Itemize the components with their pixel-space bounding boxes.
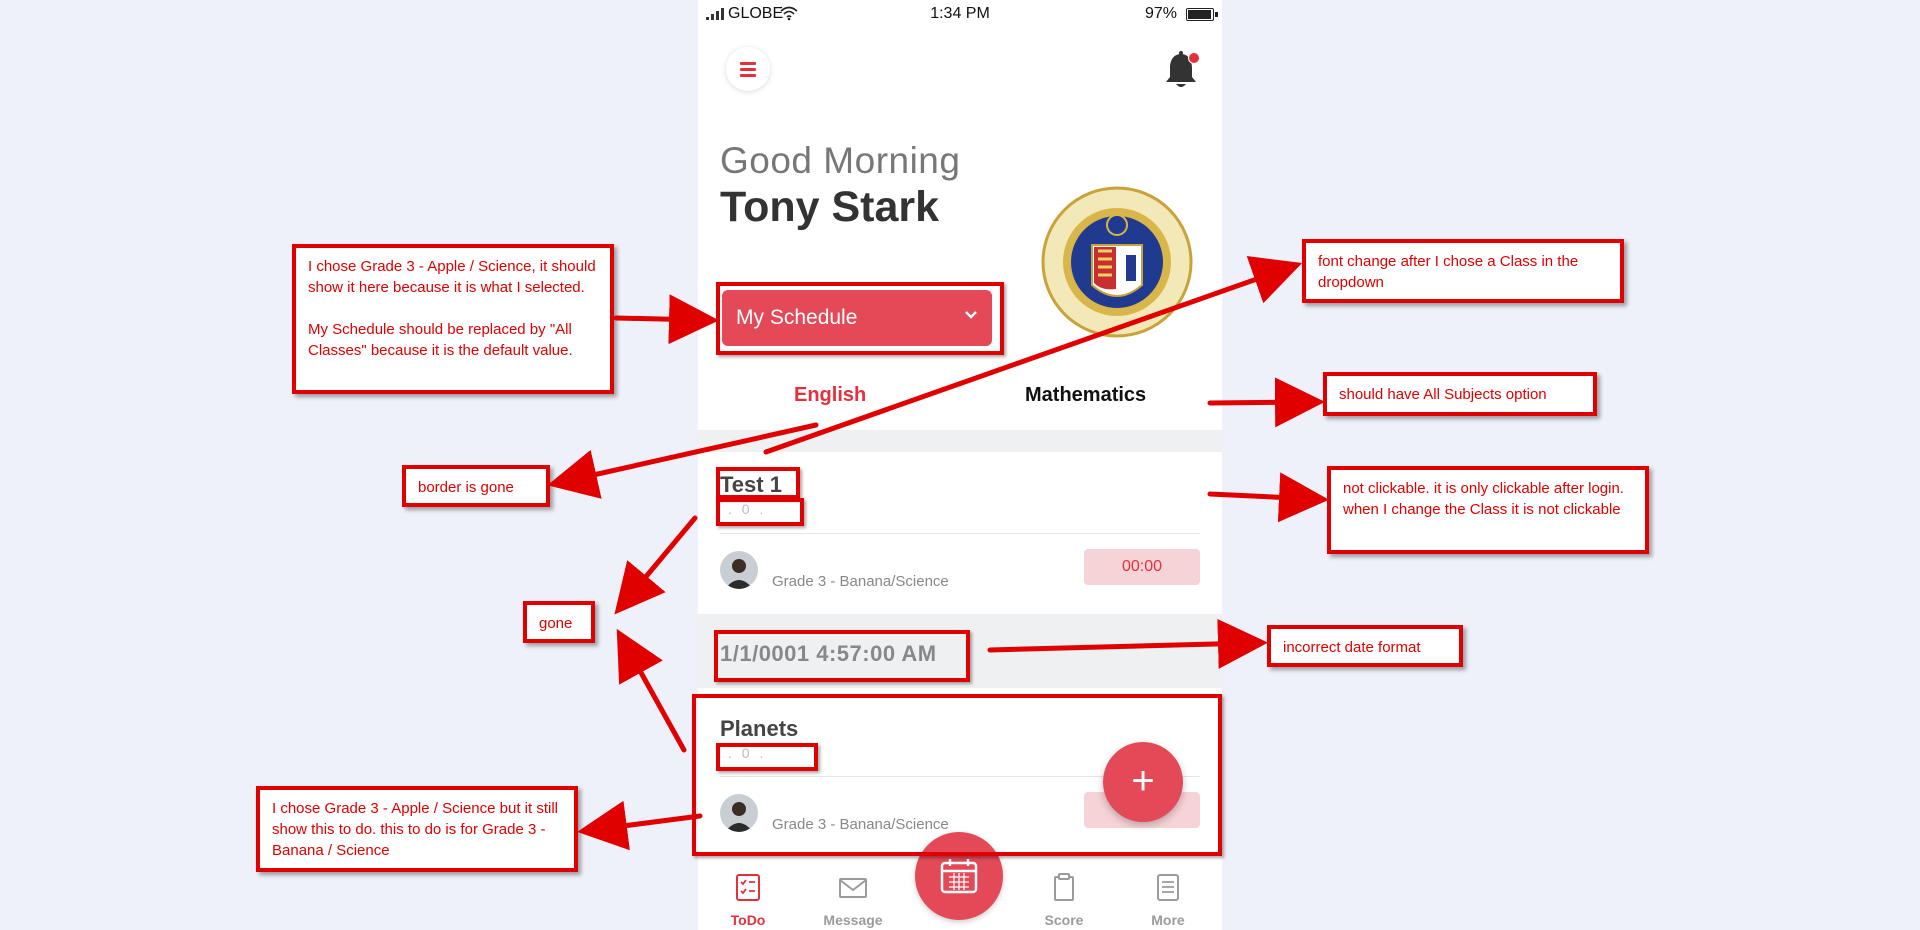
annotation-date-format: incorrect date format (1267, 625, 1463, 667)
nav-todo[interactable]: ToDo (708, 860, 788, 930)
annotation-wrong-class: I chose Grade 3 - Apple / Science but it… (256, 786, 578, 872)
highlight-schedule-dropdown (716, 282, 1004, 355)
arrow-to-gone-from-planets (616, 628, 687, 753)
score-clipboard-icon (1054, 873, 1074, 901)
highlight-date-header (714, 630, 970, 682)
nav-message[interactable]: Message (813, 860, 893, 930)
nav-more[interactable]: More (1128, 860, 1208, 930)
battery-icon (1186, 8, 1218, 21)
greeting-text: Good Morning (720, 140, 961, 181)
avatar (720, 551, 758, 589)
section-divider (698, 430, 1222, 452)
annotation-all-subjects: should have All Subjects option (1323, 372, 1597, 416)
todo-checklist-icon (736, 874, 760, 901)
envelope-icon (839, 878, 867, 898)
nav-score-label: Score (1044, 912, 1084, 928)
more-list-icon (1157, 874, 1179, 901)
annotation-schedule: I chose Grade 3 - Apple / Science, it sh… (292, 244, 614, 394)
class-name: Grade 3 - Banana/Science (772, 573, 949, 590)
annotation-font-change: font change after I chose a Class in the… (1302, 239, 1624, 303)
nav-more-label: More (1151, 912, 1185, 928)
nav-todo-label: ToDo (730, 912, 766, 928)
arrow-to-schedule-dropdown (613, 294, 719, 345)
school-seal-logo (1041, 186, 1193, 338)
annotation-border-gone: border is gone (402, 465, 550, 507)
highlight-test1-title (716, 467, 800, 499)
arrow-to-gone-from-test1 (614, 515, 698, 615)
annotation-gone: gone (523, 601, 595, 643)
card-divider (720, 533, 1200, 534)
arrow-to-wrong-class-note (577, 800, 703, 851)
status-bar: GLOBE 1:34 PM 97% (698, 0, 1222, 28)
status-time: 1:34 PM (930, 5, 990, 22)
time-badge: 00:00 (1084, 549, 1200, 585)
nav-score[interactable]: Score (1024, 860, 1104, 930)
tab-english[interactable]: English (794, 384, 866, 407)
highlight-planets-subtitle (716, 743, 818, 771)
highlight-test1-subtitle (716, 498, 804, 526)
user-name: Tony Stark (720, 183, 940, 231)
arrow-to-all-subjects-note (1207, 377, 1325, 428)
arrow-to-not-clickable-note (1207, 472, 1329, 523)
annotation-not-clickable: not clickable. it is only clickable afte… (1327, 466, 1649, 554)
nav-message-label: Message (823, 912, 883, 928)
highlight-planets-card (692, 694, 1222, 856)
battery-percent: 97% (1144, 5, 1177, 22)
person-icon (725, 559, 753, 589)
calendar-icon (940, 859, 978, 894)
tab-mathematics[interactable]: Mathematics (1025, 384, 1146, 407)
notification-dot (1188, 52, 1200, 64)
menu-button[interactable] (726, 47, 770, 91)
